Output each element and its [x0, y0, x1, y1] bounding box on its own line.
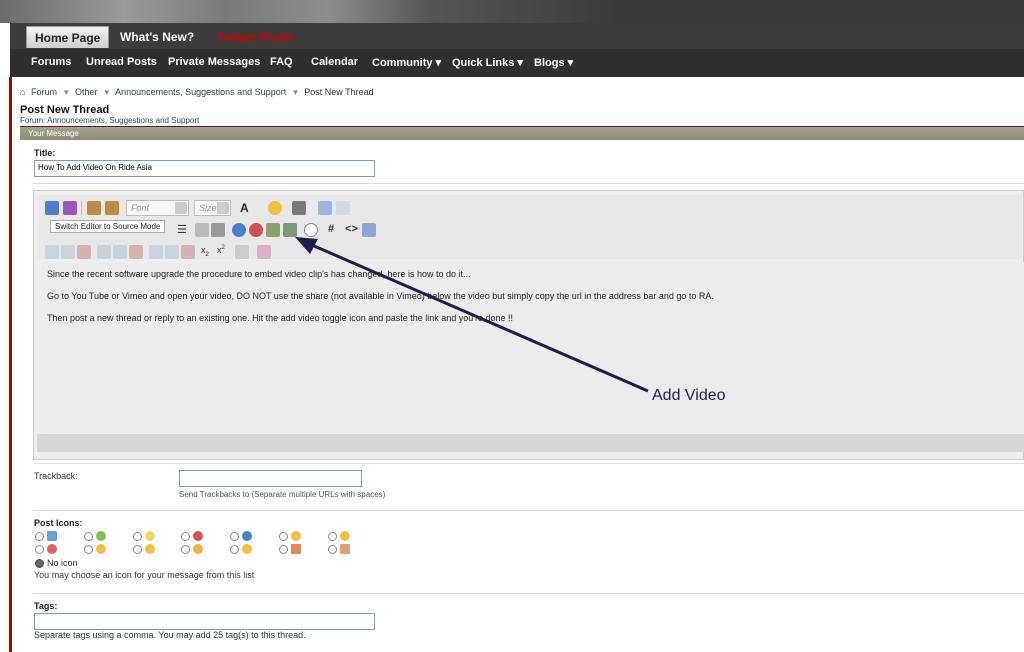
wink-smiley-icon [340, 531, 350, 541]
post-icon-radio[interactable] [181, 545, 190, 554]
sad-smiley-icon [96, 544, 106, 554]
thumbs-up-icon [340, 544, 350, 554]
thumbs-down-icon [291, 544, 301, 554]
trackback-hint: Send Trackbacks to (Separate multiple UR… [179, 490, 386, 499]
post-icons-label: Post Icons: [34, 518, 83, 528]
tags-input[interactable] [34, 613, 375, 630]
cool-smiley-icon [291, 531, 301, 541]
trackback-label: Trackback: [34, 471, 78, 481]
speech-icon [96, 531, 106, 541]
post-icon-radio[interactable] [230, 545, 239, 554]
divider [33, 593, 1024, 594]
lightbulb-icon [145, 531, 155, 541]
trackback-input[interactable] [179, 470, 362, 487]
post-icon-radio[interactable] [35, 545, 44, 554]
exclamation-icon [193, 531, 203, 541]
annotation-label: Add Video [652, 387, 726, 404]
question-icon [242, 531, 252, 541]
post-icon-radio[interactable] [328, 532, 337, 541]
tags-label: Tags: [34, 601, 58, 611]
post-icon-radio[interactable] [84, 545, 93, 554]
annotation-arrow [295, 237, 649, 393]
post-icon-radio[interactable] [230, 532, 239, 541]
post-icons-hint: You may choose an icon for your message … [34, 570, 255, 580]
post-icon-radio[interactable] [35, 532, 44, 541]
post-icon-radio[interactable] [84, 532, 93, 541]
tags-hint: Separate tags using a comma. You may add… [34, 630, 306, 640]
document-icon [47, 531, 57, 541]
no-icon-label: No icon [47, 558, 78, 568]
smile-icon [145, 544, 155, 554]
divider [33, 463, 1024, 464]
angry-smiley-icon [47, 544, 57, 554]
post-icon-radio[interactable] [328, 545, 337, 554]
post-icon-radio[interactable] [133, 545, 142, 554]
grin-icon [193, 544, 203, 554]
surprised-smiley-icon [242, 544, 252, 554]
post-icon-radio[interactable] [133, 532, 142, 541]
post-icon-radio[interactable] [279, 545, 288, 554]
divider [33, 510, 1024, 511]
post-icon-radio[interactable] [181, 532, 190, 541]
no-icon-radio[interactable] [35, 559, 44, 568]
post-icon-radio[interactable] [279, 532, 288, 541]
